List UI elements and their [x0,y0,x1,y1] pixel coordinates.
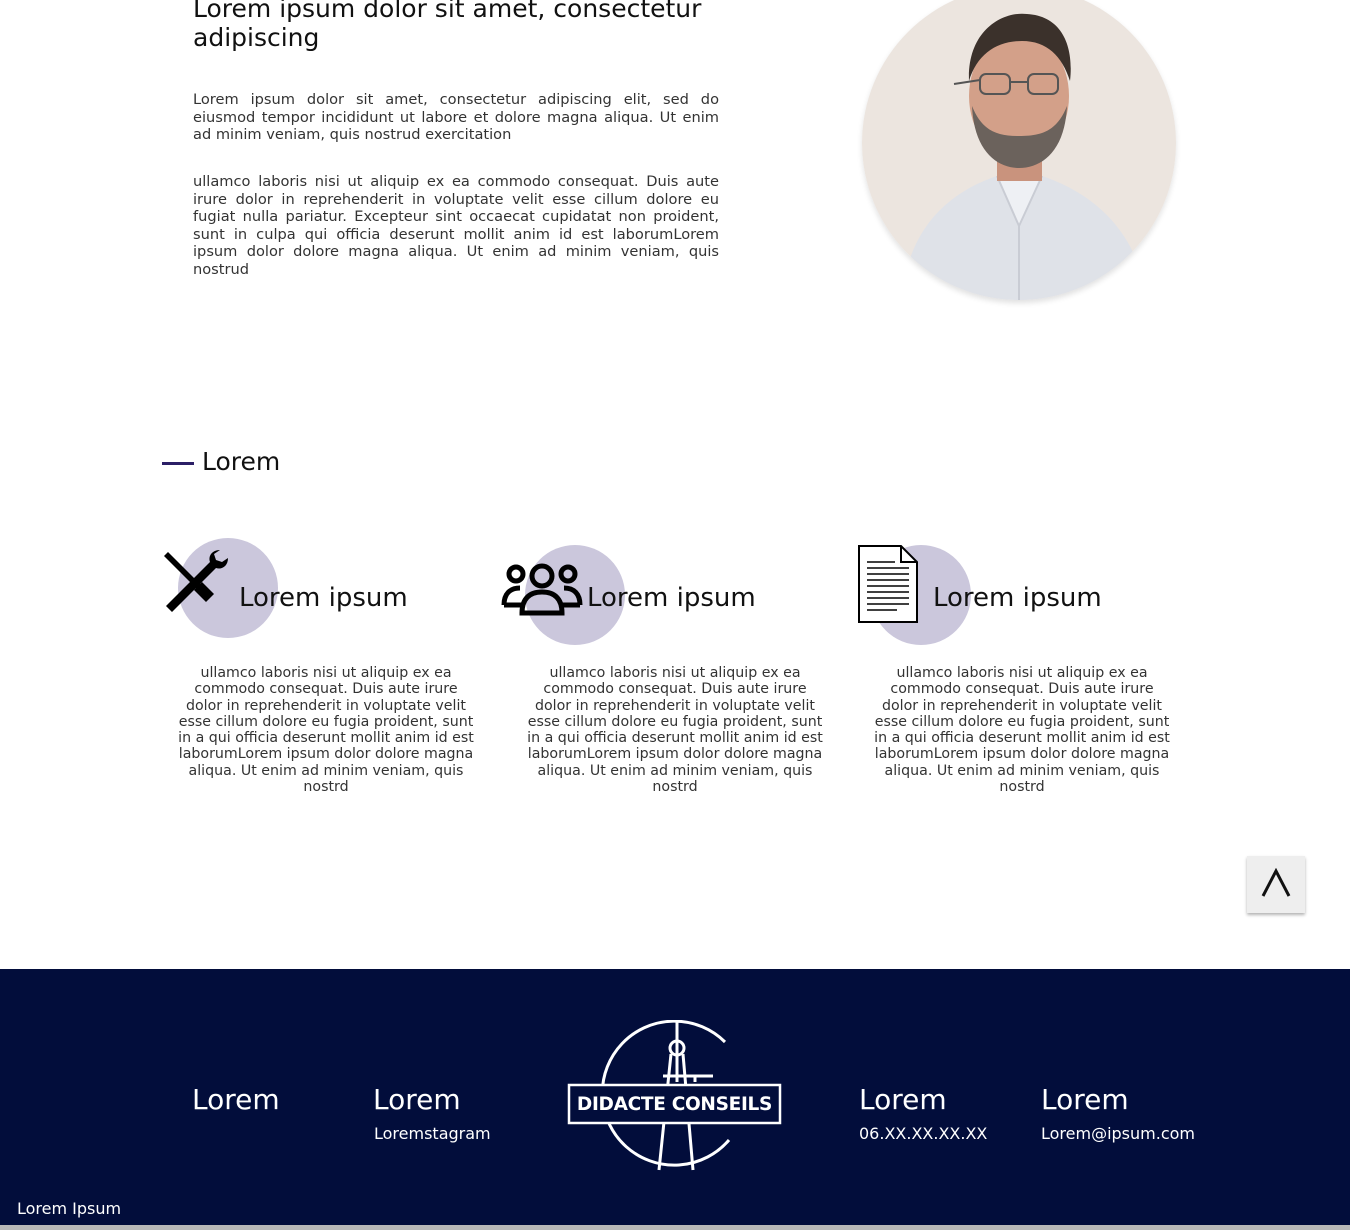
caret-up-icon [1260,867,1292,902]
instagram-link[interactable]: Loremstagram [374,1124,491,1143]
footer-copyright: Lorem Ipsum [17,1199,122,1218]
feature-1-title: Lorem ipsum [239,583,408,613]
footer-logo[interactable]: DIDACTE CONSEILS [567,1019,783,1174]
feature-3-text: ullamco laboris nisi ut aliquip ex ea co… [874,665,1170,796]
footer-col2-title: Lorem [373,1083,461,1116]
footer-bottom-strip [0,1225,1350,1230]
feature-2-title: Lorem ipsum [587,583,756,613]
portrait-illustration [862,0,1176,300]
intro-paragraph-1: Lorem ipsum dolor sit amet, consectetur … [193,91,719,144]
section-title: Lorem [202,447,281,476]
scroll-to-top-button[interactable] [1247,856,1305,913]
document-icon [857,544,919,628]
section-accent-line [162,462,194,465]
logo-wordmark: DIDACTE CONSEILS [576,1093,773,1115]
phone-number[interactable]: 06.XX.XX.XX.XX [859,1124,987,1143]
portrait-photo [862,0,1176,300]
intro-paragraph-2: ullamco laboris nisi ut aliquip ex ea co… [193,173,719,278]
feature-2-text: ullamco laboris nisi ut aliquip ex ea co… [527,665,823,796]
users-icon [500,560,584,620]
footer-col4-title: Lorem [1041,1083,1129,1116]
intro-title: Lorem ipsum dolor sit amet, consectetur … [193,0,702,52]
footer-col3-title: Lorem [859,1083,947,1116]
email-link[interactable]: Lorem@ipsum.com [1041,1124,1195,1143]
feature-3-title: Lorem ipsum [933,583,1102,613]
tools-icon [158,546,230,622]
feature-1-text: ullamco laboris nisi ut aliquip ex ea co… [178,665,474,796]
footer-col1-title: Lorem [192,1083,280,1116]
